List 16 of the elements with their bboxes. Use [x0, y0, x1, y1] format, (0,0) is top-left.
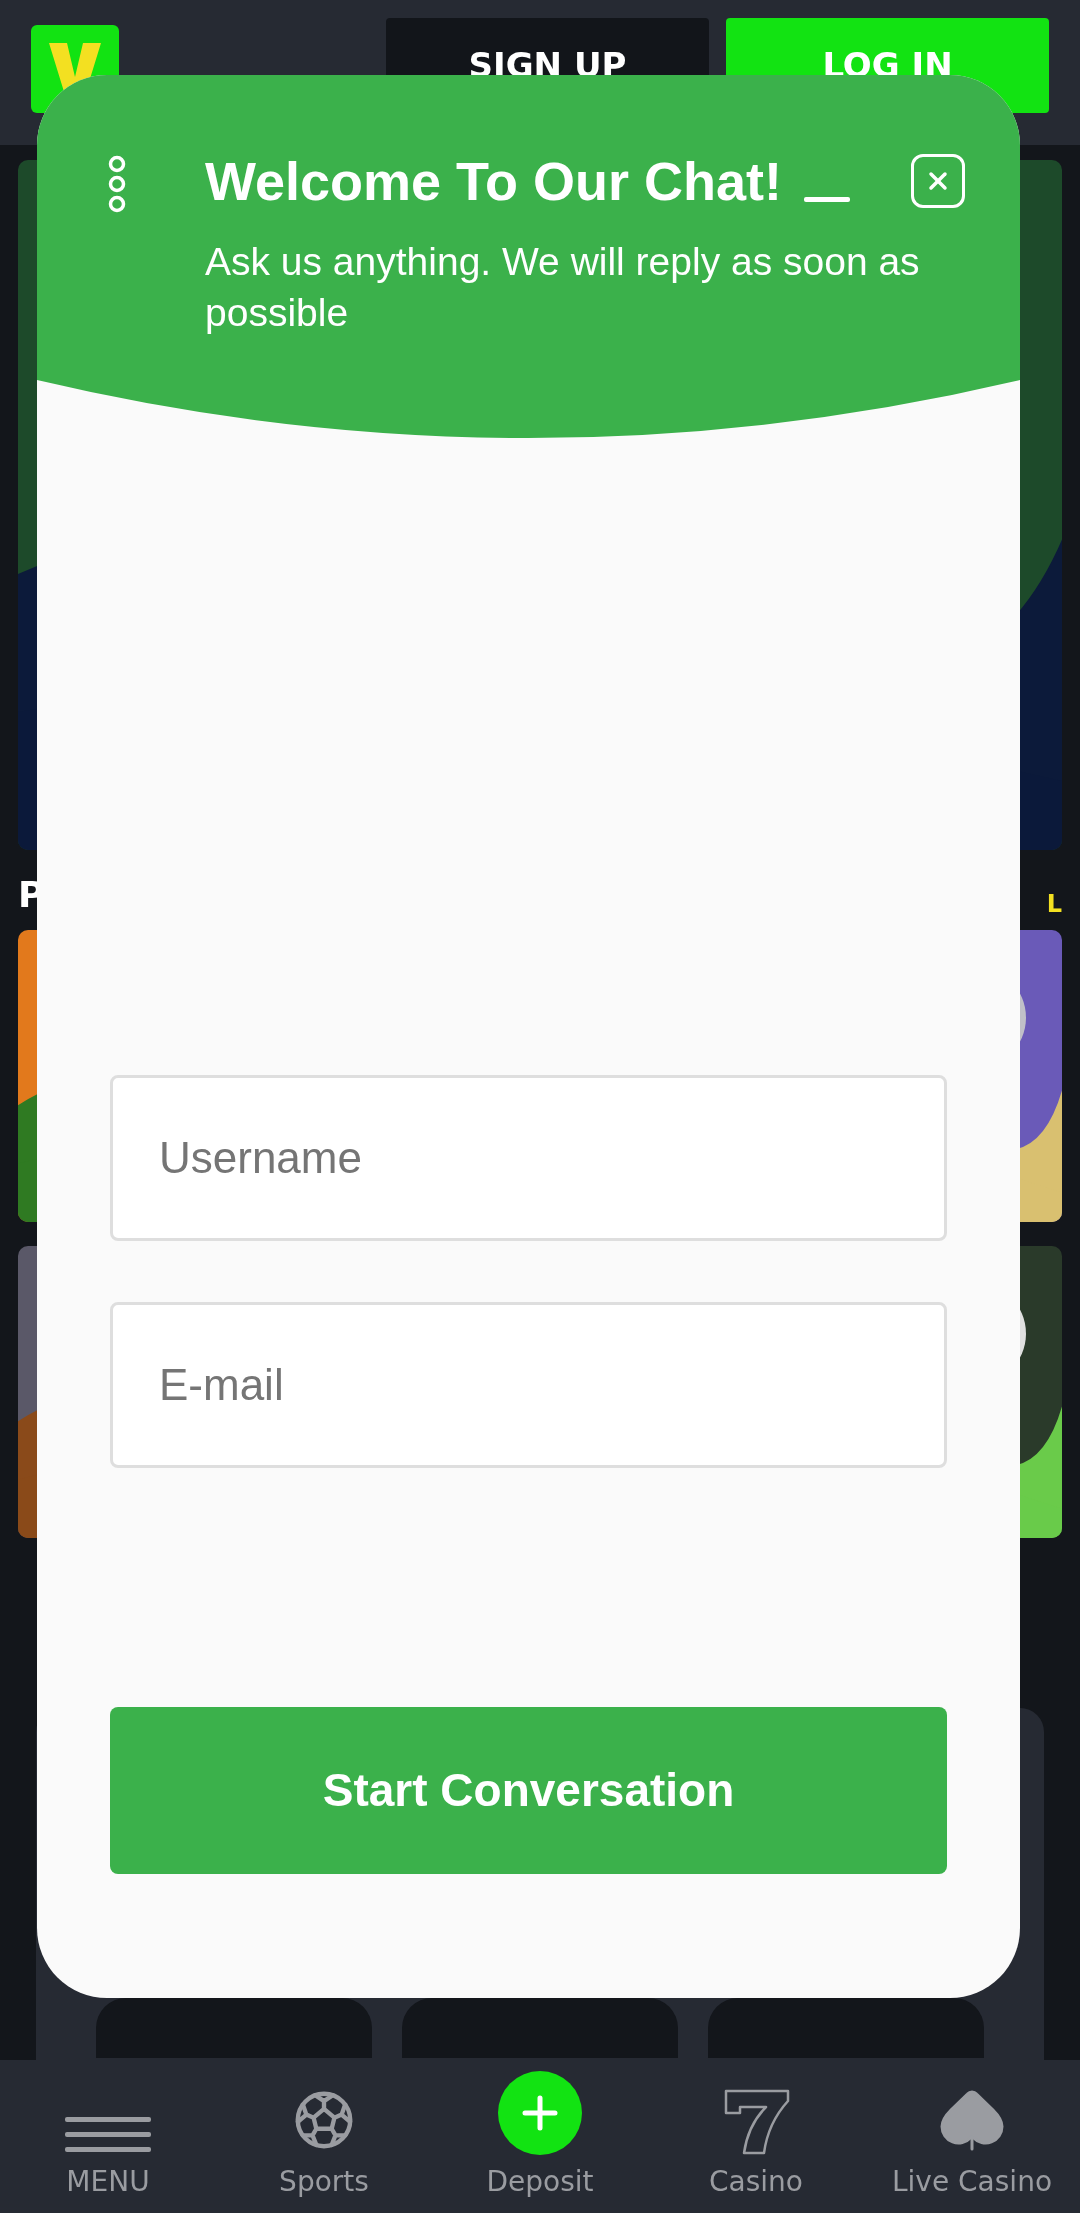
- chat-title: Welcome To Our Chat!: [205, 150, 783, 212]
- close-icon[interactable]: [911, 154, 965, 208]
- nav-item[interactable]: Live Casino: [864, 2060, 1080, 2213]
- more-icon[interactable]: [107, 155, 127, 213]
- nav-item[interactable]: Deposit: [432, 2060, 648, 2213]
- chat-subtitle: Ask us anything. We will reply as soon as possible: [205, 239, 921, 336]
- nav-item[interactable]: MENU: [0, 2060, 216, 2213]
- email-field[interactable]: E-mail: [110, 1302, 947, 1468]
- nav-item[interactable]: Casino: [648, 2060, 864, 2213]
- username-field[interactable]: Username: [110, 1075, 947, 1241]
- see-all-link[interactable]: L: [1046, 886, 1062, 922]
- minimize-icon[interactable]: [804, 196, 851, 202]
- seven-icon: [722, 2089, 790, 2155]
- start-conversation-button[interactable]: Start Conversation: [110, 1707, 947, 1874]
- menu-icon: [65, 2115, 151, 2155]
- nav-item[interactable]: Sports: [216, 2060, 432, 2213]
